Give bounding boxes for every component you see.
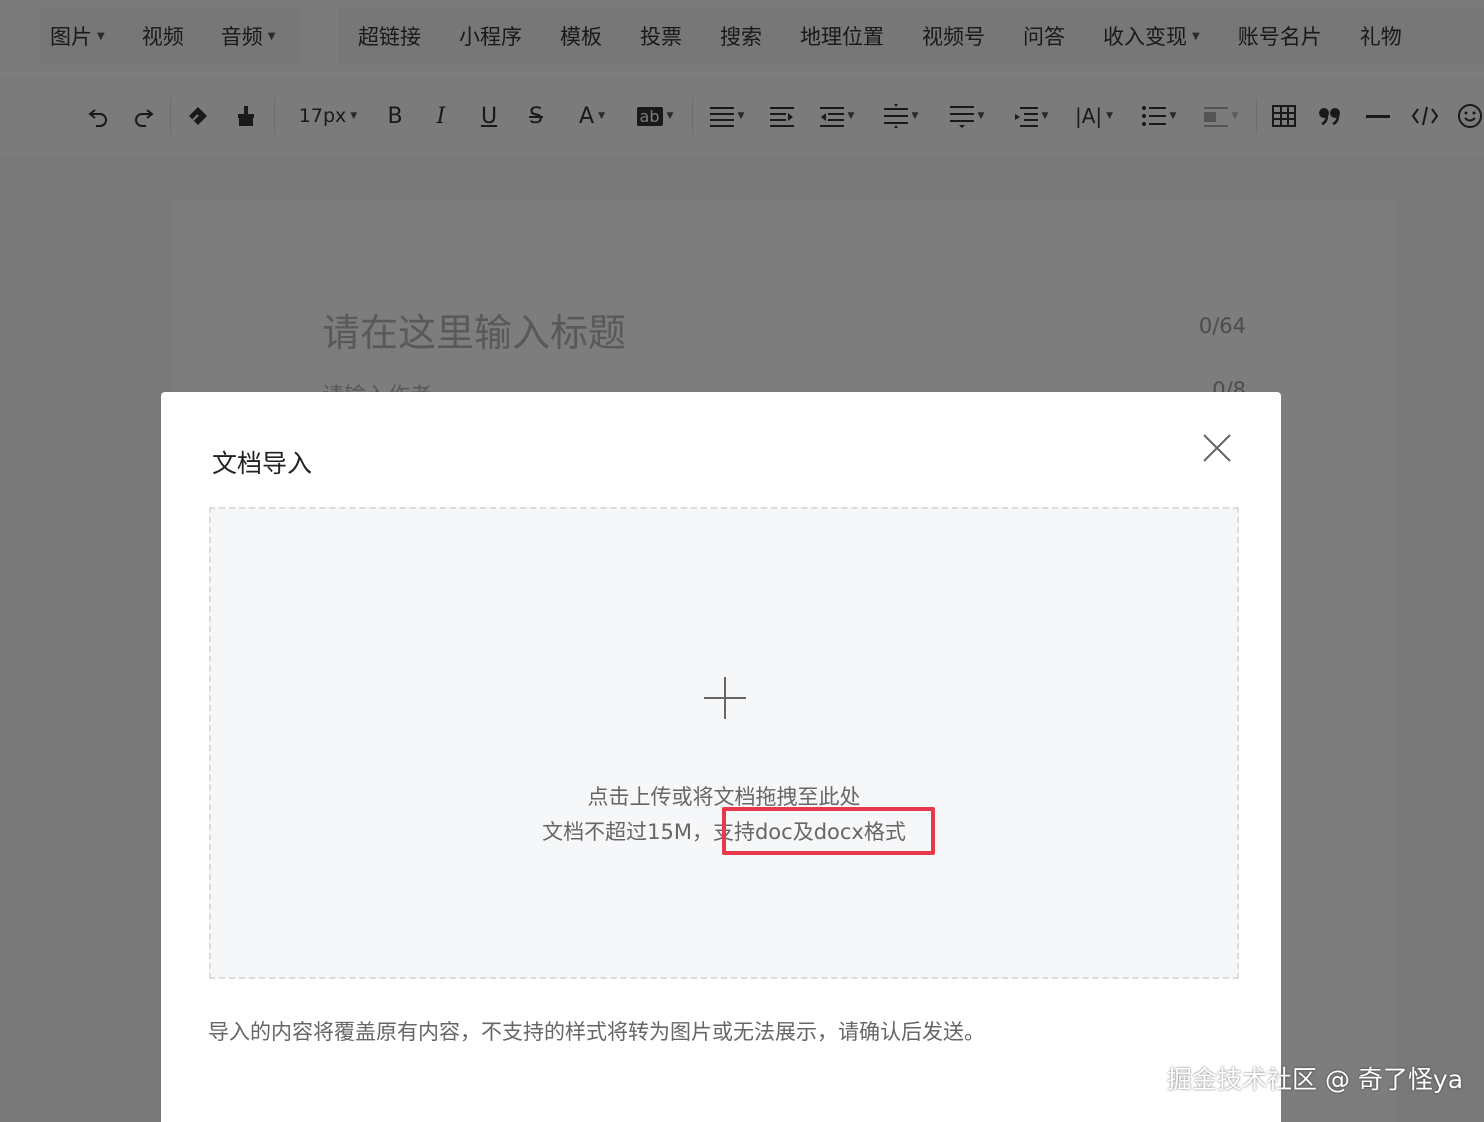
plus-icon xyxy=(704,677,746,719)
annotation-highlight-box xyxy=(722,807,935,855)
watermark: 掘金技术社区 @ 奇了怪ya xyxy=(1167,1065,1464,1094)
document-import-dialog: 文档导入 点击上传或将文档拖拽至此处 文档不超过15M，支持doc及docx格式… xyxy=(161,392,1281,1122)
import-warning-note: 导入的内容将覆盖原有内容，不支持的样式将转为图片或无法展示，请确认后发送。 xyxy=(208,1020,985,1044)
dialog-title: 文档导入 xyxy=(212,449,313,478)
upload-dropzone[interactable]: 点击上传或将文档拖拽至此处 文档不超过15M，支持doc及docx格式 xyxy=(209,507,1239,979)
close-icon[interactable] xyxy=(1199,430,1235,466)
